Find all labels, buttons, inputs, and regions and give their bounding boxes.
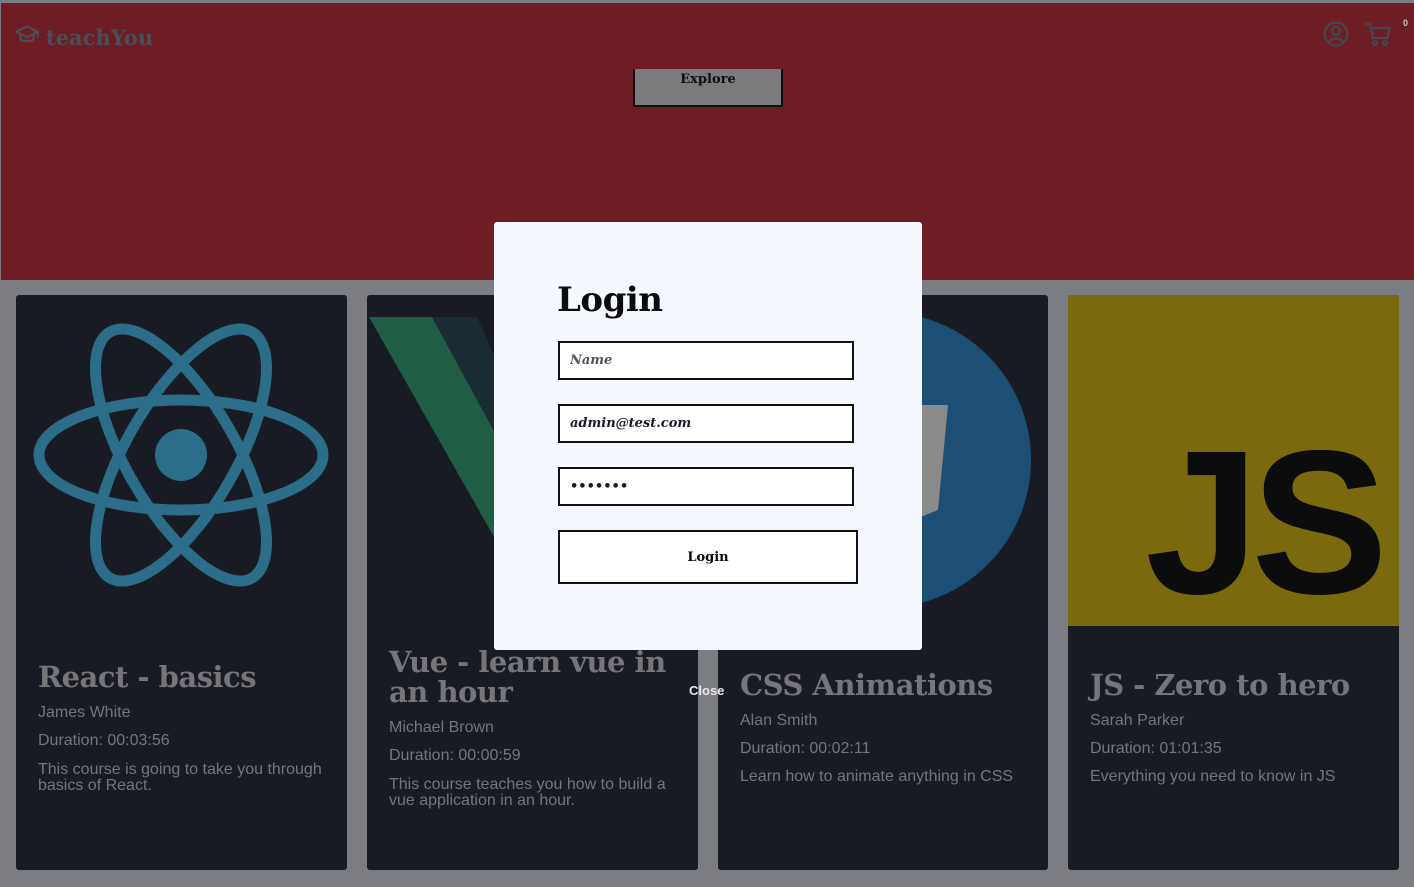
course-card-react[interactable]: React - basics James White Duration: 00:… [16, 295, 347, 870]
course-description: This course teaches you how to build a v… [389, 776, 666, 809]
course-duration: Duration: 01:01:35 [1090, 740, 1222, 757]
course-duration: Duration: 00:02:11 [740, 740, 871, 757]
course-description: Everything you need to know in JS [1090, 768, 1336, 785]
react-logo-icon [16, 295, 347, 630]
course-title[interactable]: React - basics [38, 662, 327, 692]
email-input[interactable] [558, 404, 854, 443]
explore-button[interactable]: Explore [633, 69, 783, 107]
name-input[interactable] [558, 341, 854, 380]
cart-count-badge: 0 [1402, 18, 1408, 28]
user-circle-icon[interactable] [1322, 20, 1350, 53]
cart-icon[interactable] [1364, 20, 1392, 53]
js-logo-icon: JS [1068, 295, 1399, 637]
course-description: Learn how to animate anything in CSS [740, 768, 1014, 785]
course-duration: Duration: 00:03:56 [38, 732, 170, 749]
course-title[interactable]: CSS Animations [740, 670, 1028, 700]
course-author: Sarah Parker [1090, 712, 1185, 729]
course-description: This course is going to take you through… [38, 761, 322, 794]
course-author: Alan Smith [740, 712, 818, 729]
brand-name: teachYou [46, 25, 154, 50]
graduation-cap-icon [14, 22, 40, 53]
course-title[interactable]: JS - Zero to hero [1090, 670, 1379, 700]
brand-logo[interactable]: teachYou [14, 22, 153, 53]
course-title[interactable]: Vue - learn vue in an hour [389, 647, 678, 707]
course-author: James White [38, 704, 131, 721]
login-modal: Login Login [494, 222, 922, 650]
modal-title: Login [557, 280, 663, 320]
svg-text:JS: JS [1145, 408, 1380, 626]
course-duration: Duration: 00:00:59 [389, 747, 521, 764]
course-author: Michael Brown [389, 719, 494, 736]
course-card-js[interactable]: JS JS - Zero to hero Sarah Parker Durati… [1068, 295, 1399, 870]
header-actions [1322, 20, 1392, 53]
close-button[interactable]: Close [689, 683, 724, 698]
password-input[interactable] [558, 467, 854, 506]
login-button[interactable]: Login [558, 530, 858, 584]
